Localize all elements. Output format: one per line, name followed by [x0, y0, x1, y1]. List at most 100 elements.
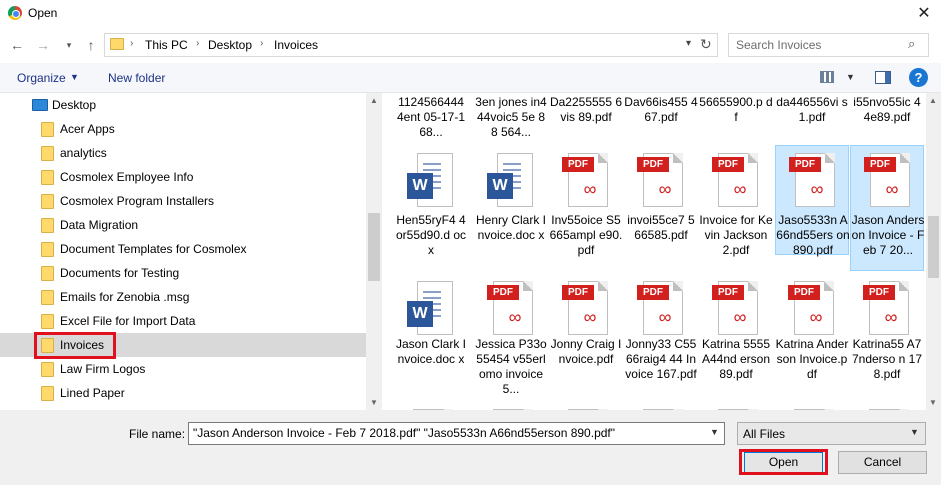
file-item[interactable]: Dav66is455 467.pdf — [624, 93, 698, 143]
file-item[interactable]: W Jason Clark Invoice.doc x — [394, 275, 468, 399]
file-name: Henry Clark Invoice.doc x — [475, 213, 546, 242]
file-item[interactable]: i55nvo55ic 44e89.pdf — [850, 93, 924, 143]
scroll-up-icon[interactable]: ▲ — [925, 96, 941, 105]
pdf-file-icon: PDF ∞ — [562, 153, 608, 209]
file-item[interactable]: Da2255555 6vis 89.pdf — [549, 93, 623, 143]
breadcrumb-desktop[interactable]: Desktop — [208, 38, 252, 52]
tree-item-documents-for-testing[interactable]: Documents for Testing — [0, 261, 366, 285]
file-item[interactable]: PDF ∞ Jessica P33o55454 v55erlomo invoice… — [474, 275, 548, 399]
folder-icon — [41, 266, 54, 281]
file-name-input[interactable]: "Jason Anderson Invoice - Feb 7 2018.pdf… — [188, 422, 725, 445]
pdf-file-icon: PDF ∞ — [562, 281, 608, 337]
pdf-file-icon: PDF ∞ — [789, 153, 835, 209]
address-dropdown-icon[interactable]: ▾ — [686, 38, 691, 49]
nav-scrollbar-thumb[interactable] — [368, 213, 380, 281]
file-item[interactable]: PDF ∞ Jonny Craig Invoice.pdf — [549, 275, 623, 399]
file-type-select[interactable]: All Files — [737, 422, 926, 445]
tree-item-label: Data Migration — [60, 218, 139, 232]
tree-item-document-templates[interactable]: Document Templates for Cosmolex — [0, 237, 366, 261]
scroll-down-icon[interactable]: ▼ — [366, 398, 382, 407]
file-item-partial[interactable]: PDF — [394, 403, 468, 410]
file-item[interactable]: 3en jones in444voic5 5e 88 564... — [474, 93, 548, 143]
file-name-dropdown-icon[interactable]: ▼ — [710, 427, 719, 437]
tree-item-law-firm-logos[interactable]: Law Firm Logos — [0, 357, 366, 381]
file-item[interactable]: PDF ∞ Inv55oice S5665ampl e90.pdf — [549, 147, 623, 271]
file-item[interactable]: PDF ∞ Katrina55 A77nderso n 178.pdf — [850, 275, 924, 399]
file-item-partial[interactable]: PDF — [624, 403, 698, 410]
file-name: i55nvo55ic 44e89.pdf — [853, 95, 921, 124]
desktop-icon — [32, 99, 48, 111]
tree-item-acer-apps[interactable]: Acer Apps — [0, 117, 366, 141]
forward-arrow-icon[interactable]: → — [35, 36, 51, 54]
tree-item-label: Law Firm Logos — [60, 362, 146, 376]
file-item[interactable]: 56655900.p df — [699, 93, 773, 143]
word-file-icon: W — [407, 281, 453, 337]
tree-item-label: Acer Apps — [60, 122, 115, 136]
scroll-down-icon[interactable]: ▼ — [925, 398, 941, 407]
folder-icon — [41, 170, 54, 185]
tree-item-label: analytics — [60, 146, 107, 160]
tree-item-cosmolex-employee-info[interactable]: Cosmolex Employee Info — [0, 165, 366, 189]
view-dropdown-icon[interactable]: ▼ — [846, 72, 855, 82]
pdf-file-icon: PDF ∞ — [712, 153, 758, 209]
file-item[interactable]: W Henry Clark Invoice.doc x — [474, 147, 548, 271]
preview-pane-icon[interactable] — [875, 71, 891, 84]
tree-item-desktop[interactable]: Desktop — [0, 93, 366, 117]
cancel-button[interactable]: Cancel — [838, 451, 927, 474]
file-item-partial[interactable]: PDF — [850, 403, 924, 410]
organize-button[interactable]: Organize — [17, 71, 66, 85]
tree-item-label: Cosmolex Program Installers — [60, 194, 215, 208]
file-item[interactable]: PDF ∞ Katrina Anderson Invoice.pdf — [775, 275, 849, 399]
search-icon[interactable]: ⌕ — [908, 36, 915, 52]
file-type-dropdown-icon[interactable]: ▼ — [910, 427, 919, 437]
recent-locations-chevron-icon[interactable]: ▾ — [61, 36, 77, 54]
help-icon[interactable]: ? — [909, 68, 928, 87]
file-name: Invoice for Kevin Jackson 2.pdf — [699, 213, 773, 257]
file-item[interactable]: PDF ∞ Katrina 5555A44nd erson 89.pdf — [699, 275, 773, 399]
file-item-selected[interactable]: PDF ∞ Jason Anderson Invoice - Feb 7 20..… — [850, 145, 924, 271]
close-button[interactable]: ✕ — [907, 0, 941, 27]
file-item[interactable]: PDF ∞ invoi55ce7 566585.pdf — [624, 147, 698, 271]
file-name: da446556vi s 1.pdf — [776, 95, 848, 124]
pdf-file-icon: PDF — [637, 409, 683, 410]
tree-item-cosmolex-program-installers[interactable]: Cosmolex Program Installers — [0, 189, 366, 213]
word-file-icon: W — [487, 153, 533, 209]
tree-item-lined-paper[interactable]: Lined Paper — [0, 381, 366, 405]
file-name: Inv55oice S5665ampl e90.pdf — [549, 213, 623, 257]
file-item[interactable]: PDF ∞ Invoice for Kevin Jackson 2.pdf — [699, 147, 773, 271]
file-item-partial[interactable]: PDF — [549, 403, 623, 410]
file-scrollbar-thumb[interactable] — [928, 216, 939, 278]
tree-item-data-migration[interactable]: Data Migration — [0, 213, 366, 237]
tree-item-label: Document Templates for Cosmolex — [60, 242, 247, 256]
file-item-partial[interactable]: PDF — [699, 403, 773, 410]
breadcrumb-invoices[interactable]: Invoices — [274, 38, 318, 52]
file-item[interactable]: da446556vi s 1.pdf — [775, 93, 849, 143]
organize-dropdown-icon[interactable]: ▼ — [70, 72, 79, 82]
tree-item-label: Cosmolex Employee Info — [60, 170, 194, 184]
file-item[interactable]: 1124566444 4ent 05-17-168... — [394, 93, 468, 143]
back-arrow-icon[interactable]: ← — [9, 36, 25, 54]
refresh-icon[interactable]: ↻ — [700, 36, 712, 53]
breadcrumb-chevron-icon[interactable]: › — [260, 38, 263, 49]
change-view-icon[interactable] — [820, 71, 834, 83]
file-item[interactable]: W Hen55ryF4 4or55d90.d ocx — [394, 147, 468, 271]
file-item[interactable]: PDF ∞ Jonny33 C5566raig4 44 Invoice 167.p… — [624, 275, 698, 399]
title-bar — [0, 0, 941, 27]
up-arrow-icon[interactable]: ↑ — [83, 36, 99, 54]
file-name: 1124566444 4ent 05-17-168... — [396, 95, 466, 139]
file-item-partial[interactable]: PDF — [474, 403, 548, 410]
window-title: Open — [28, 6, 58, 20]
tree-item-excel-file[interactable]: Excel File for Import Data — [0, 309, 366, 333]
scroll-up-icon[interactable]: ▲ — [366, 96, 382, 105]
breadcrumb-this-pc[interactable]: This PC — [145, 38, 188, 52]
breadcrumb-chevron-icon[interactable]: › — [196, 38, 199, 49]
folder-icon — [41, 146, 54, 161]
tree-item-partial[interactable] — [0, 405, 366, 410]
tree-item-emails-for-zenobia[interactable]: Emails for Zenobia .msg — [0, 285, 366, 309]
tree-item-analytics[interactable]: analytics — [0, 141, 366, 165]
pdf-file-icon: PDF ∞ — [487, 281, 533, 337]
new-folder-button[interactable]: New folder — [108, 71, 165, 85]
file-item-partial[interactable]: PDF — [775, 403, 849, 410]
file-item-selected[interactable]: PDF ∞ Jaso5533n A66nd55ers on 890.pdf — [775, 145, 850, 257]
breadcrumb-chevron-icon[interactable]: › — [130, 38, 133, 49]
